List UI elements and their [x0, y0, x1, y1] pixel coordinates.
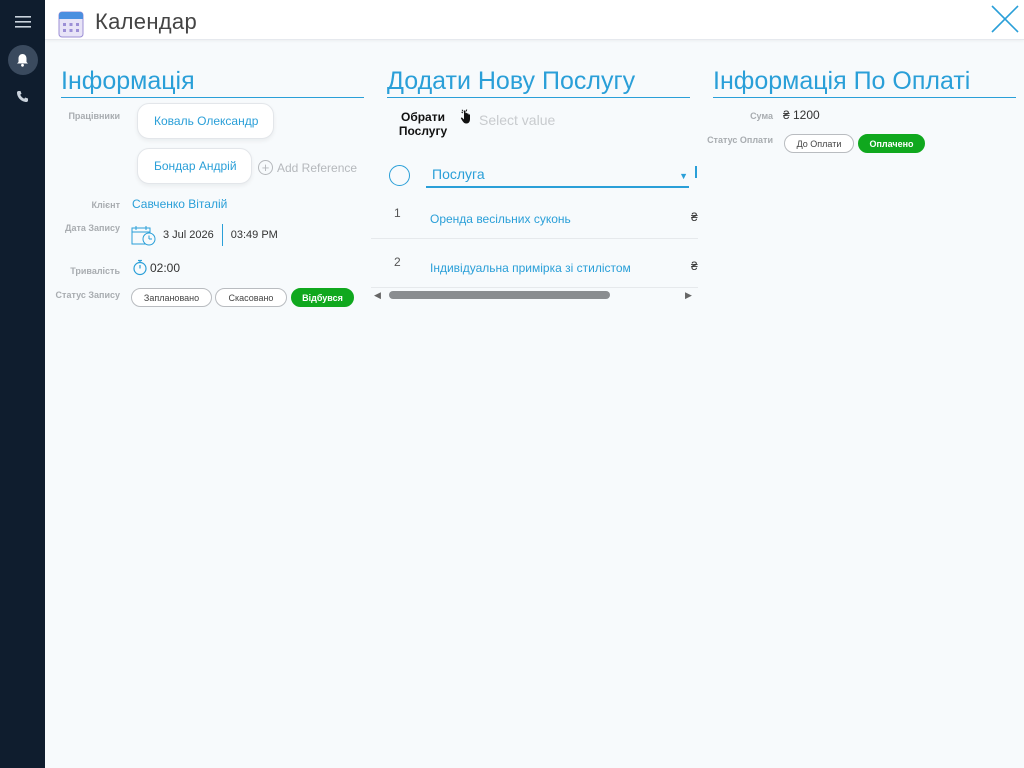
- table-horizontal-scrollbar[interactable]: ◀ ▶: [371, 289, 698, 302]
- duration-label: Тривалість: [70, 266, 120, 276]
- time-value: 03:49 PM: [230, 229, 278, 241]
- employee-chip-2[interactable]: Бондар Андрій: [137, 148, 252, 184]
- employee-chip-1[interactable]: Коваль Олександр: [137, 103, 274, 139]
- menu-button[interactable]: [0, 4, 45, 40]
- select-all-checkbox[interactable]: [389, 165, 410, 186]
- payment-status-label: Статус Оплати: [707, 135, 773, 145]
- status-planned-button[interactable]: Заплановано: [131, 288, 212, 307]
- calendar-clock-icon: [131, 226, 156, 246]
- table-row[interactable]: 1 Оренда весільних суконь ₴: [371, 190, 698, 239]
- duration-value: 02:00: [150, 260, 181, 275]
- service-select-input[interactable]: Select value: [479, 112, 555, 128]
- scroll-left-icon[interactable]: ◀: [374, 290, 381, 301]
- payment-due-button[interactable]: До Оплати: [784, 134, 854, 153]
- plus-icon: +: [258, 160, 273, 175]
- date-time-divider: [221, 224, 223, 246]
- sort-down-icon[interactable]: ▼: [679, 171, 688, 181]
- add-reference-button[interactable]: + Add Reference: [258, 160, 357, 175]
- menu-icon: [14, 16, 31, 28]
- row-currency: ₴: [691, 210, 698, 224]
- row-number: 1: [394, 206, 401, 220]
- payment-paid-button[interactable]: Оплачено: [858, 134, 925, 153]
- notifications-button[interactable]: [0, 42, 45, 78]
- status-done-button[interactable]: Відбувся: [291, 288, 354, 307]
- appointment-status-label: Статус Запису: [55, 290, 120, 300]
- calls-button[interactable]: [0, 78, 45, 114]
- scroll-right-icon[interactable]: ▶: [685, 290, 692, 301]
- bell-icon: [17, 54, 28, 67]
- close-icon[interactable]: [988, 2, 1022, 36]
- client-link[interactable]: Савченко Віталій: [132, 197, 227, 211]
- stopwatch-icon: [133, 259, 147, 276]
- header-bar: Календар: [45, 0, 1024, 40]
- pick-service-label: Обрати Послугу: [398, 110, 448, 138]
- datetime-field[interactable]: 3 Jul 2026 03:49 PM: [131, 224, 278, 246]
- employees-label: Працівники: [68, 111, 120, 121]
- scrollbar-thumb[interactable]: [389, 291, 610, 299]
- row-number: 2: [394, 255, 401, 269]
- services-table: Послуга ▼ 1 Оренда весільних суконь ₴ 2 …: [371, 160, 698, 300]
- service-section-title: Додати Нову Послугу: [387, 66, 690, 98]
- service-column-header[interactable]: Послуга ▼: [426, 160, 689, 188]
- table-row[interactable]: 2 Індивідуальна примірка зі стилістом ₴: [371, 239, 698, 288]
- date-label: Дата Запису: [65, 223, 120, 233]
- calendar-icon: [58, 11, 84, 38]
- sum-label: Сума: [750, 111, 773, 121]
- row-service-name[interactable]: Індивідуальна примірка зі стилістом: [430, 261, 631, 275]
- info-section-title: Інформація: [61, 66, 364, 98]
- client-label: Клієнт: [91, 200, 120, 210]
- service-column-label: Послуга: [432, 166, 485, 182]
- phone-icon: [17, 90, 28, 102]
- hand-pointer-icon: [460, 109, 470, 124]
- add-reference-label: Add Reference: [277, 160, 358, 175]
- next-column-header[interactable]: [695, 166, 697, 178]
- app-title: Календар: [95, 9, 197, 34]
- payment-section-title: Інформація По Оплаті: [713, 66, 1016, 98]
- row-service-name[interactable]: Оренда весільних суконь: [430, 212, 571, 226]
- date-value: 3 Jul 2026: [163, 229, 214, 241]
- side-rail: [0, 0, 45, 768]
- duration-field[interactable]: 02:00: [132, 259, 180, 276]
- sum-value: ₴ 1200: [783, 108, 820, 122]
- row-currency: ₴: [691, 259, 698, 273]
- status-cancelled-button[interactable]: Скасовано: [215, 288, 287, 307]
